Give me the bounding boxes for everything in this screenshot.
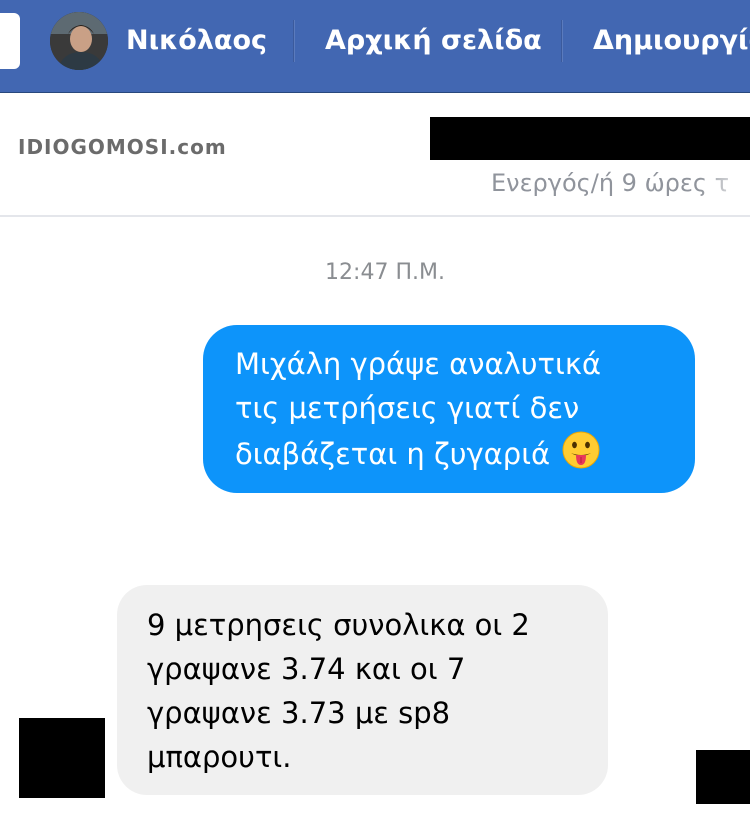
top-navigation-bar: Νικόλαος Αρχική σελίδα Δημιουργία bbox=[0, 0, 750, 93]
message-timestamp: 12:47 Π.Μ. bbox=[325, 260, 445, 285]
message-line: γραψανε 3.73 με sp8 bbox=[147, 696, 451, 730]
tongue-out-emoji-icon bbox=[562, 431, 600, 469]
message-line-text: διαβάζεται η ζυγαριά bbox=[235, 437, 551, 471]
status-fade-overlay bbox=[700, 163, 750, 213]
message-line: 9 μετρησεις συνολικα οι 2 bbox=[147, 608, 530, 642]
nav-divider bbox=[561, 20, 562, 62]
nav-divider bbox=[293, 20, 294, 62]
avatar-photo-icon bbox=[50, 12, 108, 70]
message-line: τις μετρήσεις γιατί δεν bbox=[235, 391, 580, 425]
profile-avatar[interactable] bbox=[50, 12, 108, 70]
site-watermark: IDIOGOMOSI.com bbox=[18, 135, 227, 159]
incoming-message-bubble[interactable]: 9 μετρησεις συνολικα οι 2 γραψανε 3.74 κ… bbox=[117, 585, 608, 795]
message-line: γραψανε 3.74 και οι 7 bbox=[147, 652, 466, 686]
outgoing-message-bubble[interactable]: Μιχάλη γράψε αναλυτικά τις μετρήσεις για… bbox=[203, 325, 695, 493]
home-link[interactable]: Αρχική σελίδα bbox=[325, 24, 542, 58]
profile-name-link[interactable]: Νικόλαος bbox=[126, 24, 267, 58]
message-line-with-emoji: διαβάζεται η ζυγαριά bbox=[235, 430, 675, 476]
redacted-contact-name bbox=[430, 117, 750, 160]
create-link[interactable]: Δημιουργία bbox=[593, 24, 750, 58]
redacted-sender-avatar bbox=[19, 718, 105, 798]
conversation-header: IDIOGOMOSI.com Ενεργός/ή 9 ώρες τ bbox=[0, 93, 750, 217]
message-line: μπαρουτι. bbox=[147, 740, 292, 774]
message-line: Μιχάλη γράψε αναλυτικά bbox=[235, 347, 602, 381]
redacted-seen-avatar bbox=[696, 750, 750, 804]
search-input[interactable] bbox=[0, 13, 20, 69]
active-status: Ενεργός/ή 9 ώρες τ bbox=[491, 169, 730, 197]
